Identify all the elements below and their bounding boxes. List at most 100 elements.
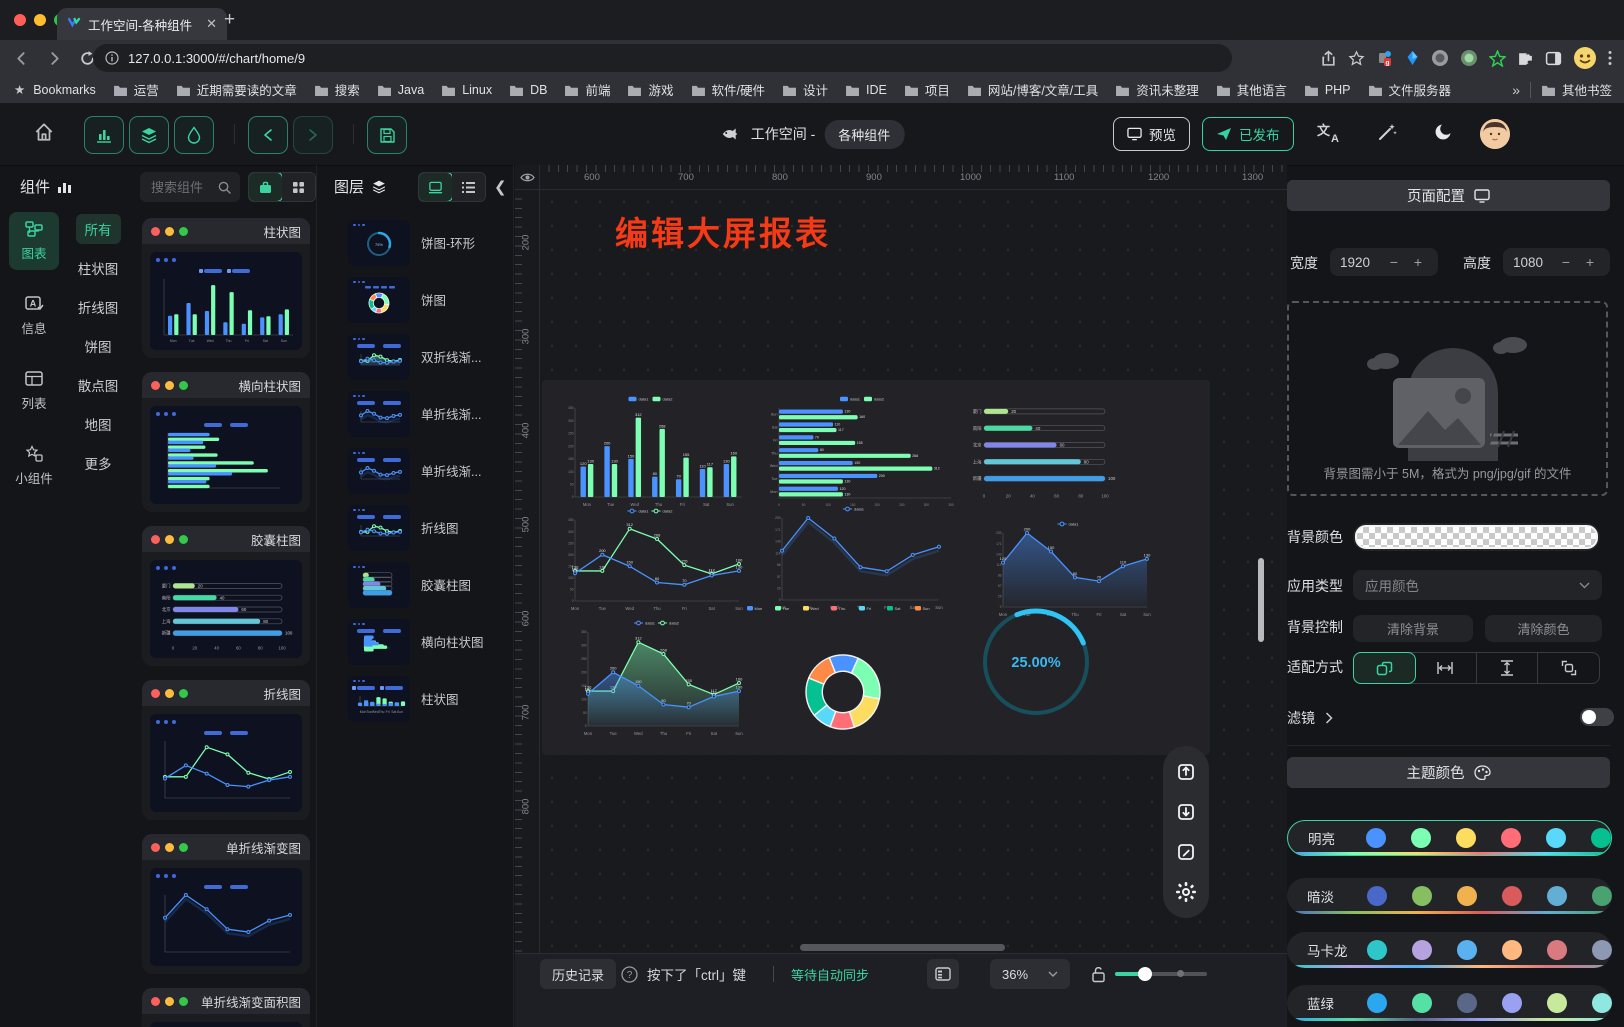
- grid-view-toggle[interactable]: [282, 173, 315, 201]
- theme-row-马卡龙[interactable]: 马卡龙: [1287, 932, 1612, 968]
- height-stepper[interactable]: − +: [1562, 254, 1600, 270]
- component-card[interactable]: 折线图: [142, 680, 310, 820]
- bookmark-folder[interactable]: Java: [377, 83, 424, 97]
- zoom-select[interactable]: 36%: [990, 959, 1070, 989]
- theme-row-蓝绿[interactable]: 蓝绿: [1287, 985, 1612, 1021]
- extension-green-icon[interactable]: [1460, 49, 1478, 67]
- layer-item[interactable]: 胶囊柱图: [348, 556, 508, 613]
- browser-tab[interactable]: 工作空间-各种组件 ✕: [57, 8, 227, 40]
- theme-color-dot[interactable]: [1592, 886, 1612, 906]
- theme-color-dot[interactable]: [1457, 886, 1477, 906]
- layout-panel-icon[interactable]: [927, 959, 959, 989]
- canvas-chart-bar-horizontal[interactable]: data1data2Sun130160Sat110117Fri70155Thu8…: [761, 393, 967, 508]
- layer-item[interactable]: 双折线渐...: [348, 328, 508, 385]
- clear-background-button[interactable]: 清除背景: [1353, 615, 1473, 642]
- category-item[interactable]: 地图: [76, 409, 121, 439]
- theme-color-dot[interactable]: [1456, 828, 1476, 848]
- theme-color-dot[interactable]: [1412, 993, 1432, 1013]
- fit-height-option[interactable]: [1477, 653, 1539, 683]
- publish-button[interactable]: 已发布: [1202, 117, 1294, 151]
- category-item[interactable]: 散点图: [69, 370, 128, 400]
- fit-width-option[interactable]: [1415, 653, 1477, 683]
- bookmarks-overflow-chevron[interactable]: »: [1512, 82, 1520, 98]
- bookmark-folder[interactable]: 文件服务器: [1368, 80, 1452, 99]
- layer-item[interactable]: 75%饼图-环形: [348, 214, 508, 271]
- address-bar[interactable]: 127.0.0.1:3000/#/chart/home/9: [93, 44, 1232, 72]
- bookmark-folder[interactable]: 近期需要读的文章: [176, 80, 297, 99]
- canvas-chart-bar-grouped[interactable]: data1data2050100150200250300350120130Mon…: [560, 393, 745, 508]
- theme-color-dot[interactable]: [1457, 993, 1477, 1013]
- layer-item[interactable]: 折线图: [348, 499, 508, 556]
- canvas-chart-line-single[interactable]: data10295786114143171200MonTueWedThuFriS…: [767, 503, 945, 611]
- extensions-puzzle-icon[interactable]: [1517, 50, 1534, 67]
- magic-wand-icon[interactable]: [1376, 121, 1398, 143]
- extension-drop-icon[interactable]: [1405, 50, 1420, 66]
- profile-avatar-icon[interactable]: [1573, 46, 1597, 70]
- layer-item[interactable]: 横向柱状图: [348, 613, 508, 670]
- theme-color-dot[interactable]: [1502, 940, 1522, 960]
- app-type-select[interactable]: 应用颜色: [1353, 570, 1602, 600]
- extension-circle-icon[interactable]: [1431, 49, 1449, 67]
- component-card[interactable]: 横向柱状图: [142, 372, 310, 512]
- browser-menu-icon[interactable]: [1608, 50, 1612, 66]
- workspace-name-pill[interactable]: 各种组件: [824, 120, 904, 149]
- back-icon[interactable]: [10, 47, 32, 69]
- background-upload-dropzone[interactable]: 背景图需小于 5M，格式为 png/jpg/gif 的文件: [1287, 301, 1608, 496]
- category-item[interactable]: 柱状图: [69, 253, 128, 283]
- component-card[interactable]: 胶囊柱图厦门20南阳40北京60上海80新疆100020406080100: [142, 526, 310, 666]
- component-card[interactable]: 单折线渐变面积图: [142, 988, 310, 1027]
- canvas-chart-line-dual[interactable]: data1data2050100150200250300350130130312…: [560, 505, 745, 612]
- theme-color-dot[interactable]: [1501, 828, 1521, 848]
- theme-color-dot[interactable]: [1546, 828, 1566, 848]
- bookmark-folder[interactable]: 其他语言: [1216, 80, 1287, 99]
- category-item[interactable]: 折线图: [69, 292, 128, 322]
- bookmark-folder[interactable]: 项目: [904, 80, 950, 99]
- bookmark-folder[interactable]: 前端: [564, 80, 610, 99]
- theme-color-dot[interactable]: [1547, 886, 1567, 906]
- theme-color-dot[interactable]: [1591, 828, 1611, 848]
- edit-icon[interactable]: [1169, 835, 1203, 869]
- bookmarks-label[interactable]: Bookmarks: [33, 83, 96, 97]
- theme-color-dot[interactable]: [1502, 886, 1522, 906]
- theme-color-dot[interactable]: [1366, 828, 1386, 848]
- other-bookmarks-folder[interactable]: 其他书签: [1541, 80, 1612, 99]
- collapse-panel-chevron[interactable]: ❮: [494, 178, 507, 196]
- site-info-icon[interactable]: [105, 51, 119, 65]
- traffic-minimize-button[interactable]: [34, 14, 46, 26]
- canvas-chart-capsule-bar[interactable]: 厦门20南阳40北京60上海80新疆100020406080100: [967, 397, 1119, 500]
- forward-icon[interactable]: [43, 47, 65, 69]
- bg-color-swatch[interactable]: [1353, 523, 1600, 551]
- theme-color-dot[interactable]: [1547, 940, 1567, 960]
- width-input[interactable]: 1920− +: [1330, 248, 1438, 276]
- theme-row-明亮[interactable]: 明亮: [1287, 820, 1612, 856]
- filter-toggle[interactable]: [1580, 708, 1614, 726]
- bookmark-star-icon[interactable]: [1348, 50, 1365, 67]
- component-search-box[interactable]: [140, 172, 240, 202]
- user-avatar[interactable]: [1480, 119, 1510, 149]
- single-view-toggle[interactable]: [248, 172, 283, 202]
- ruler-eye-icon[interactable]: [515, 165, 540, 190]
- extension-pin-icon[interactable]: g: [1376, 49, 1394, 67]
- category-item[interactable]: 饼图: [76, 331, 121, 361]
- canvas-vertical-scrollbar[interactable]: [1258, 558, 1264, 642]
- history-button[interactable]: 历史记录: [540, 959, 616, 989]
- dashboard-title-text[interactable]: 编辑大屏报表: [615, 207, 831, 255]
- tab-close-icon[interactable]: ✕: [206, 16, 217, 32]
- theme-color-dot[interactable]: [1502, 993, 1522, 1013]
- share-icon[interactable]: [1320, 50, 1337, 67]
- theme-color-dot[interactable]: [1547, 993, 1567, 1013]
- layer-item[interactable]: MonTueWedThuFriSatSun柱状图: [348, 670, 508, 727]
- settings-gear-icon[interactable]: [1169, 875, 1203, 909]
- bookmark-folder[interactable]: 游戏: [627, 80, 673, 99]
- layers-mode-button[interactable]: [129, 116, 169, 154]
- import-icon[interactable]: [1169, 795, 1203, 829]
- bookmark-folder[interactable]: 资讯未整理: [1115, 80, 1199, 99]
- extension-star-icon[interactable]: [1489, 50, 1506, 67]
- chart-mode-button[interactable]: [84, 116, 124, 154]
- bookmark-folder[interactable]: 软件/硬件: [691, 80, 765, 99]
- search-input[interactable]: [149, 179, 212, 196]
- bookmark-folder[interactable]: DB: [509, 83, 547, 97]
- clear-color-button[interactable]: 清除颜色: [1485, 615, 1602, 642]
- zoom-slider[interactable]: [1115, 959, 1207, 989]
- canvas-chart-pie-ring[interactable]: MonTueWedThuFriSatSun: [743, 603, 943, 753]
